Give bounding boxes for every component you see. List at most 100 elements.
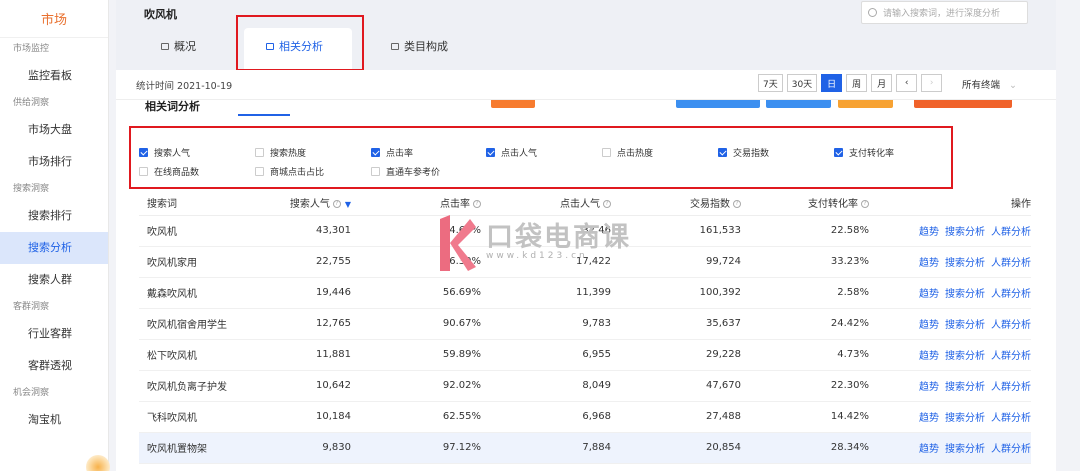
- terminal-select[interactable]: 所有终端 ⌄: [962, 77, 1017, 91]
- crowd-analysis-link[interactable]: 人群分析: [991, 258, 1031, 269]
- trend-link[interactable]: 趋势: [919, 258, 939, 269]
- table-cell: 47,670: [611, 370, 741, 402]
- page-header: 吹风机 请输入搜索词，进行深度分析 概况 相关分析 类目构成: [116, 0, 1056, 71]
- crowd-analysis-link[interactable]: 人群分析: [991, 413, 1031, 424]
- sort-desc-icon[interactable]: ▼: [345, 200, 351, 209]
- trend-link[interactable]: 趋势: [919, 413, 939, 424]
- search-analysis-link[interactable]: 搜索分析: [945, 413, 985, 424]
- blue-button[interactable]: [676, 100, 760, 108]
- sidebar-item-taobao-opportunity[interactable]: 淘宝机: [0, 404, 108, 436]
- prev-date-button[interactable]: ‹: [896, 74, 918, 92]
- table-cell: 松下吹风机: [139, 339, 259, 371]
- search-analysis-link[interactable]: 搜索分析: [945, 351, 985, 362]
- section-title: 相关词分析: [145, 100, 200, 113]
- row-actions: 趋势 搜索分析 人群分析: [869, 246, 1031, 278]
- table-cell: 6,955: [481, 339, 611, 371]
- table-cell: 10,642: [259, 370, 351, 402]
- orange-button[interactable]: [838, 100, 893, 108]
- metric-checkbox[interactable]: 商城点击占比: [255, 165, 324, 178]
- row-actions: 趋势 搜索分析 人群分析: [869, 277, 1031, 309]
- trend-link[interactable]: 趋势: [919, 351, 939, 362]
- table-cell: 20,854: [611, 432, 741, 464]
- sidebar-item-market-ranking[interactable]: 市场排行: [0, 146, 108, 178]
- help-icon[interactable]: ?: [603, 200, 611, 209]
- column-header-search-popularity[interactable]: 搜索人气? ▼: [259, 191, 351, 216]
- sidebar-item-monitor-board[interactable]: 监控看板: [0, 60, 108, 92]
- search-analysis-link[interactable]: 搜索分析: [945, 227, 985, 238]
- crowd-analysis-link[interactable]: 人群分析: [991, 382, 1031, 393]
- crowd-analysis-link[interactable]: 人群分析: [991, 444, 1031, 455]
- column-header-click-popularity[interactable]: 点击人气?: [481, 191, 611, 216]
- search-analysis-link[interactable]: 搜索分析: [945, 289, 985, 300]
- crowd-analysis-link[interactable]: 人群分析: [991, 320, 1031, 331]
- metric-checkbox[interactable]: 支付转化率: [834, 146, 894, 159]
- table-row: 吹风机宿舍用学生 12,765 90.67% 9,783 35,637 24.42% 趋势搜…: [139, 308, 1031, 340]
- checkbox-checked-icon: [371, 148, 380, 157]
- help-icon[interactable]: ?: [473, 200, 481, 209]
- table-row: 吹风机 43,301 84.69% 32,46 161,533 22.58% 趋势 搜索分析人…: [139, 215, 1031, 247]
- search-analysis-link[interactable]: 搜索分析: [945, 320, 985, 331]
- blue-button[interactable]: [766, 100, 831, 108]
- help-icon[interactable]: ?: [332, 200, 341, 209]
- trend-link[interactable]: 趋势: [919, 227, 939, 238]
- search-analysis-link[interactable]: 搜索分析: [945, 444, 985, 455]
- assistant-orb-icon[interactable]: [86, 455, 110, 471]
- column-header-conversion[interactable]: 支付转化率?: [741, 191, 869, 216]
- metric-label: 支付转化率: [849, 149, 895, 159]
- checkbox-checked-icon: [834, 148, 843, 157]
- sidebar-item-industry-crowd[interactable]: 行业客群: [0, 318, 108, 350]
- range-day-button[interactable]: 日: [821, 74, 843, 92]
- help-icon[interactable]: ?: [861, 200, 869, 209]
- sidebar-item-search-crowd[interactable]: 搜索人群: [0, 264, 108, 296]
- metric-checkbox[interactable]: 直通车参考价: [371, 165, 440, 178]
- metric-label: 直通车参考价: [386, 168, 441, 178]
- sidebar-item-search-analysis[interactable]: 搜索分析: [0, 232, 108, 264]
- metric-label: 搜索人气: [154, 149, 191, 159]
- search-analysis-link[interactable]: 搜索分析: [945, 258, 985, 269]
- sidebar-item-market-overview[interactable]: 市场大盘: [0, 114, 108, 146]
- column-label: 点击人气: [560, 199, 600, 211]
- range-30d-button[interactable]: 30天: [786, 74, 818, 92]
- table-cell: 17,422: [481, 246, 611, 278]
- orange-tag[interactable]: [491, 100, 535, 108]
- sidebar-section-title: 机会洞察: [13, 388, 50, 398]
- search-analysis-link[interactable]: 搜索分析: [945, 382, 985, 393]
- range-7d-button[interactable]: 7天: [758, 74, 783, 92]
- active-subtab-underline: [238, 114, 290, 116]
- metric-checkbox[interactable]: 在线商品数: [139, 165, 199, 178]
- terminal-select-label: 所有终端: [962, 80, 1001, 91]
- metric-checkbox[interactable]: 搜索热度: [255, 146, 306, 159]
- metric-checkbox[interactable]: 点击率: [371, 146, 413, 159]
- checkbox-empty-icon: [602, 148, 611, 157]
- sidebar-section-title: 供给洞察: [13, 98, 50, 108]
- column-header-trade-index[interactable]: 交易指数?: [611, 191, 741, 216]
- help-icon[interactable]: ?: [733, 200, 741, 209]
- column-header-ctr[interactable]: 点击率?: [351, 191, 481, 216]
- trend-link[interactable]: 趋势: [919, 320, 939, 331]
- chevron-right-icon: ›: [929, 78, 934, 88]
- range-month-button[interactable]: 月: [871, 74, 893, 92]
- sidebar-item-crowd-insight[interactable]: 客群透视: [0, 350, 108, 382]
- trend-link[interactable]: 趋势: [919, 444, 939, 455]
- metric-checkbox[interactable]: 点击热度: [602, 146, 653, 159]
- crowd-analysis-link[interactable]: 人群分析: [991, 289, 1031, 300]
- table-cell: 59.89%: [351, 339, 481, 371]
- table-cell: 12,765: [259, 308, 351, 340]
- range-week-button[interactable]: 周: [846, 74, 868, 92]
- metric-checkbox[interactable]: 点击人气: [486, 146, 537, 159]
- metric-label: 点击人气: [501, 149, 538, 159]
- crowd-analysis-link[interactable]: 人群分析: [991, 227, 1031, 238]
- tab-overview[interactable]: 概况: [161, 38, 196, 54]
- checkbox-empty-icon: [255, 167, 264, 176]
- red-button[interactable]: [914, 100, 1012, 108]
- trend-link[interactable]: 趋势: [919, 382, 939, 393]
- metric-checkbox[interactable]: 交易指数: [718, 146, 769, 159]
- table-cell: 9,783: [481, 308, 611, 340]
- tab-category-composition[interactable]: 类目构成: [391, 38, 448, 54]
- search-input[interactable]: 请输入搜索词，进行深度分析: [861, 1, 1028, 24]
- trend-link[interactable]: 趋势: [919, 289, 939, 300]
- sidebar-item-search-ranking[interactable]: 搜索排行: [0, 200, 108, 232]
- next-date-button[interactable]: ›: [921, 74, 943, 92]
- metric-checkbox[interactable]: 搜索人气: [139, 146, 190, 159]
- crowd-analysis-link[interactable]: 人群分析: [991, 351, 1031, 362]
